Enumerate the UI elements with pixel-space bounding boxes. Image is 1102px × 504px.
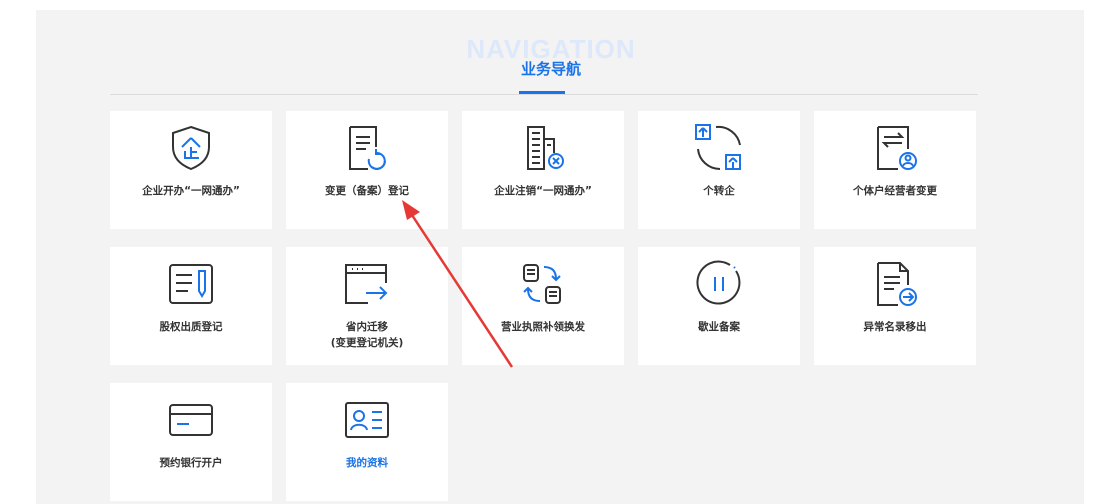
- title-underline: [519, 91, 565, 94]
- nav-card-individual-operator-change[interactable]: 个体户经营者变更: [814, 111, 976, 229]
- card-label: 省内迁移 (变更登记机关): [330, 321, 404, 349]
- nav-card-bank-account-booking[interactable]: 预约银行开户: [110, 383, 272, 501]
- nav-card-license-reissue[interactable]: 营业执照补领换发: [462, 247, 624, 365]
- nav-card-my-documents[interactable]: 我的资料: [286, 383, 448, 501]
- nav-card-enterprise-cancellation[interactable]: 企业注销“一网通办”: [462, 111, 624, 229]
- card-label: 我的资料: [346, 457, 388, 469]
- card-label: 歇业备案: [698, 321, 740, 333]
- card-label: 个体户经营者变更: [853, 185, 937, 197]
- card-label: 企业开办“一网通办”: [142, 185, 240, 197]
- document-user-swap-icon: [877, 126, 917, 170]
- card-label: 异常名录移出: [863, 321, 927, 333]
- nav-card-individual-to-enterprise[interactable]: 个转企: [638, 111, 800, 229]
- nav-card-equity-pledge[interactable]: 股权出质登记: [110, 247, 272, 365]
- document-pen-icon: [169, 264, 213, 304]
- card-label: 企业注销“一网通办”: [494, 185, 592, 197]
- card-label: 预约银行开户: [159, 457, 223, 469]
- bank-card-icon: [169, 404, 213, 436]
- document-exchange-icon: [523, 264, 561, 304]
- pause-circle-icon: [696, 260, 741, 305]
- document-export-icon: [877, 262, 917, 306]
- building-cancel-icon: [527, 126, 564, 170]
- card-label: 股权出质登记: [159, 321, 223, 333]
- page-title: 业务导航: [520, 60, 581, 78]
- document-refresh-icon: [349, 126, 386, 170]
- nav-card-intra-province-migration[interactable]: 省内迁移 (变更登记机关): [286, 247, 448, 365]
- nav-card-change-registration[interactable]: 变更（备案）登记: [286, 111, 448, 229]
- nav-card-enterprise-opening[interactable]: 企业开办“一网通办”: [110, 111, 272, 229]
- individual-to-enterprise-icon: [695, 124, 741, 171]
- card-label: 营业执照补领换发: [501, 321, 585, 333]
- nav-card-suspension-filing[interactable]: 歇业备案: [638, 247, 800, 365]
- browser-move-icon: [345, 264, 388, 304]
- nav-card-abnormal-list-removal[interactable]: 异常名录移出: [814, 247, 976, 365]
- card-label: 个转企: [703, 185, 735, 197]
- id-card-icon: [345, 402, 389, 438]
- card-label: 变更（备案）登记: [325, 185, 409, 197]
- header-divider: [110, 94, 978, 95]
- shield-enterprise-icon: [172, 125, 210, 171]
